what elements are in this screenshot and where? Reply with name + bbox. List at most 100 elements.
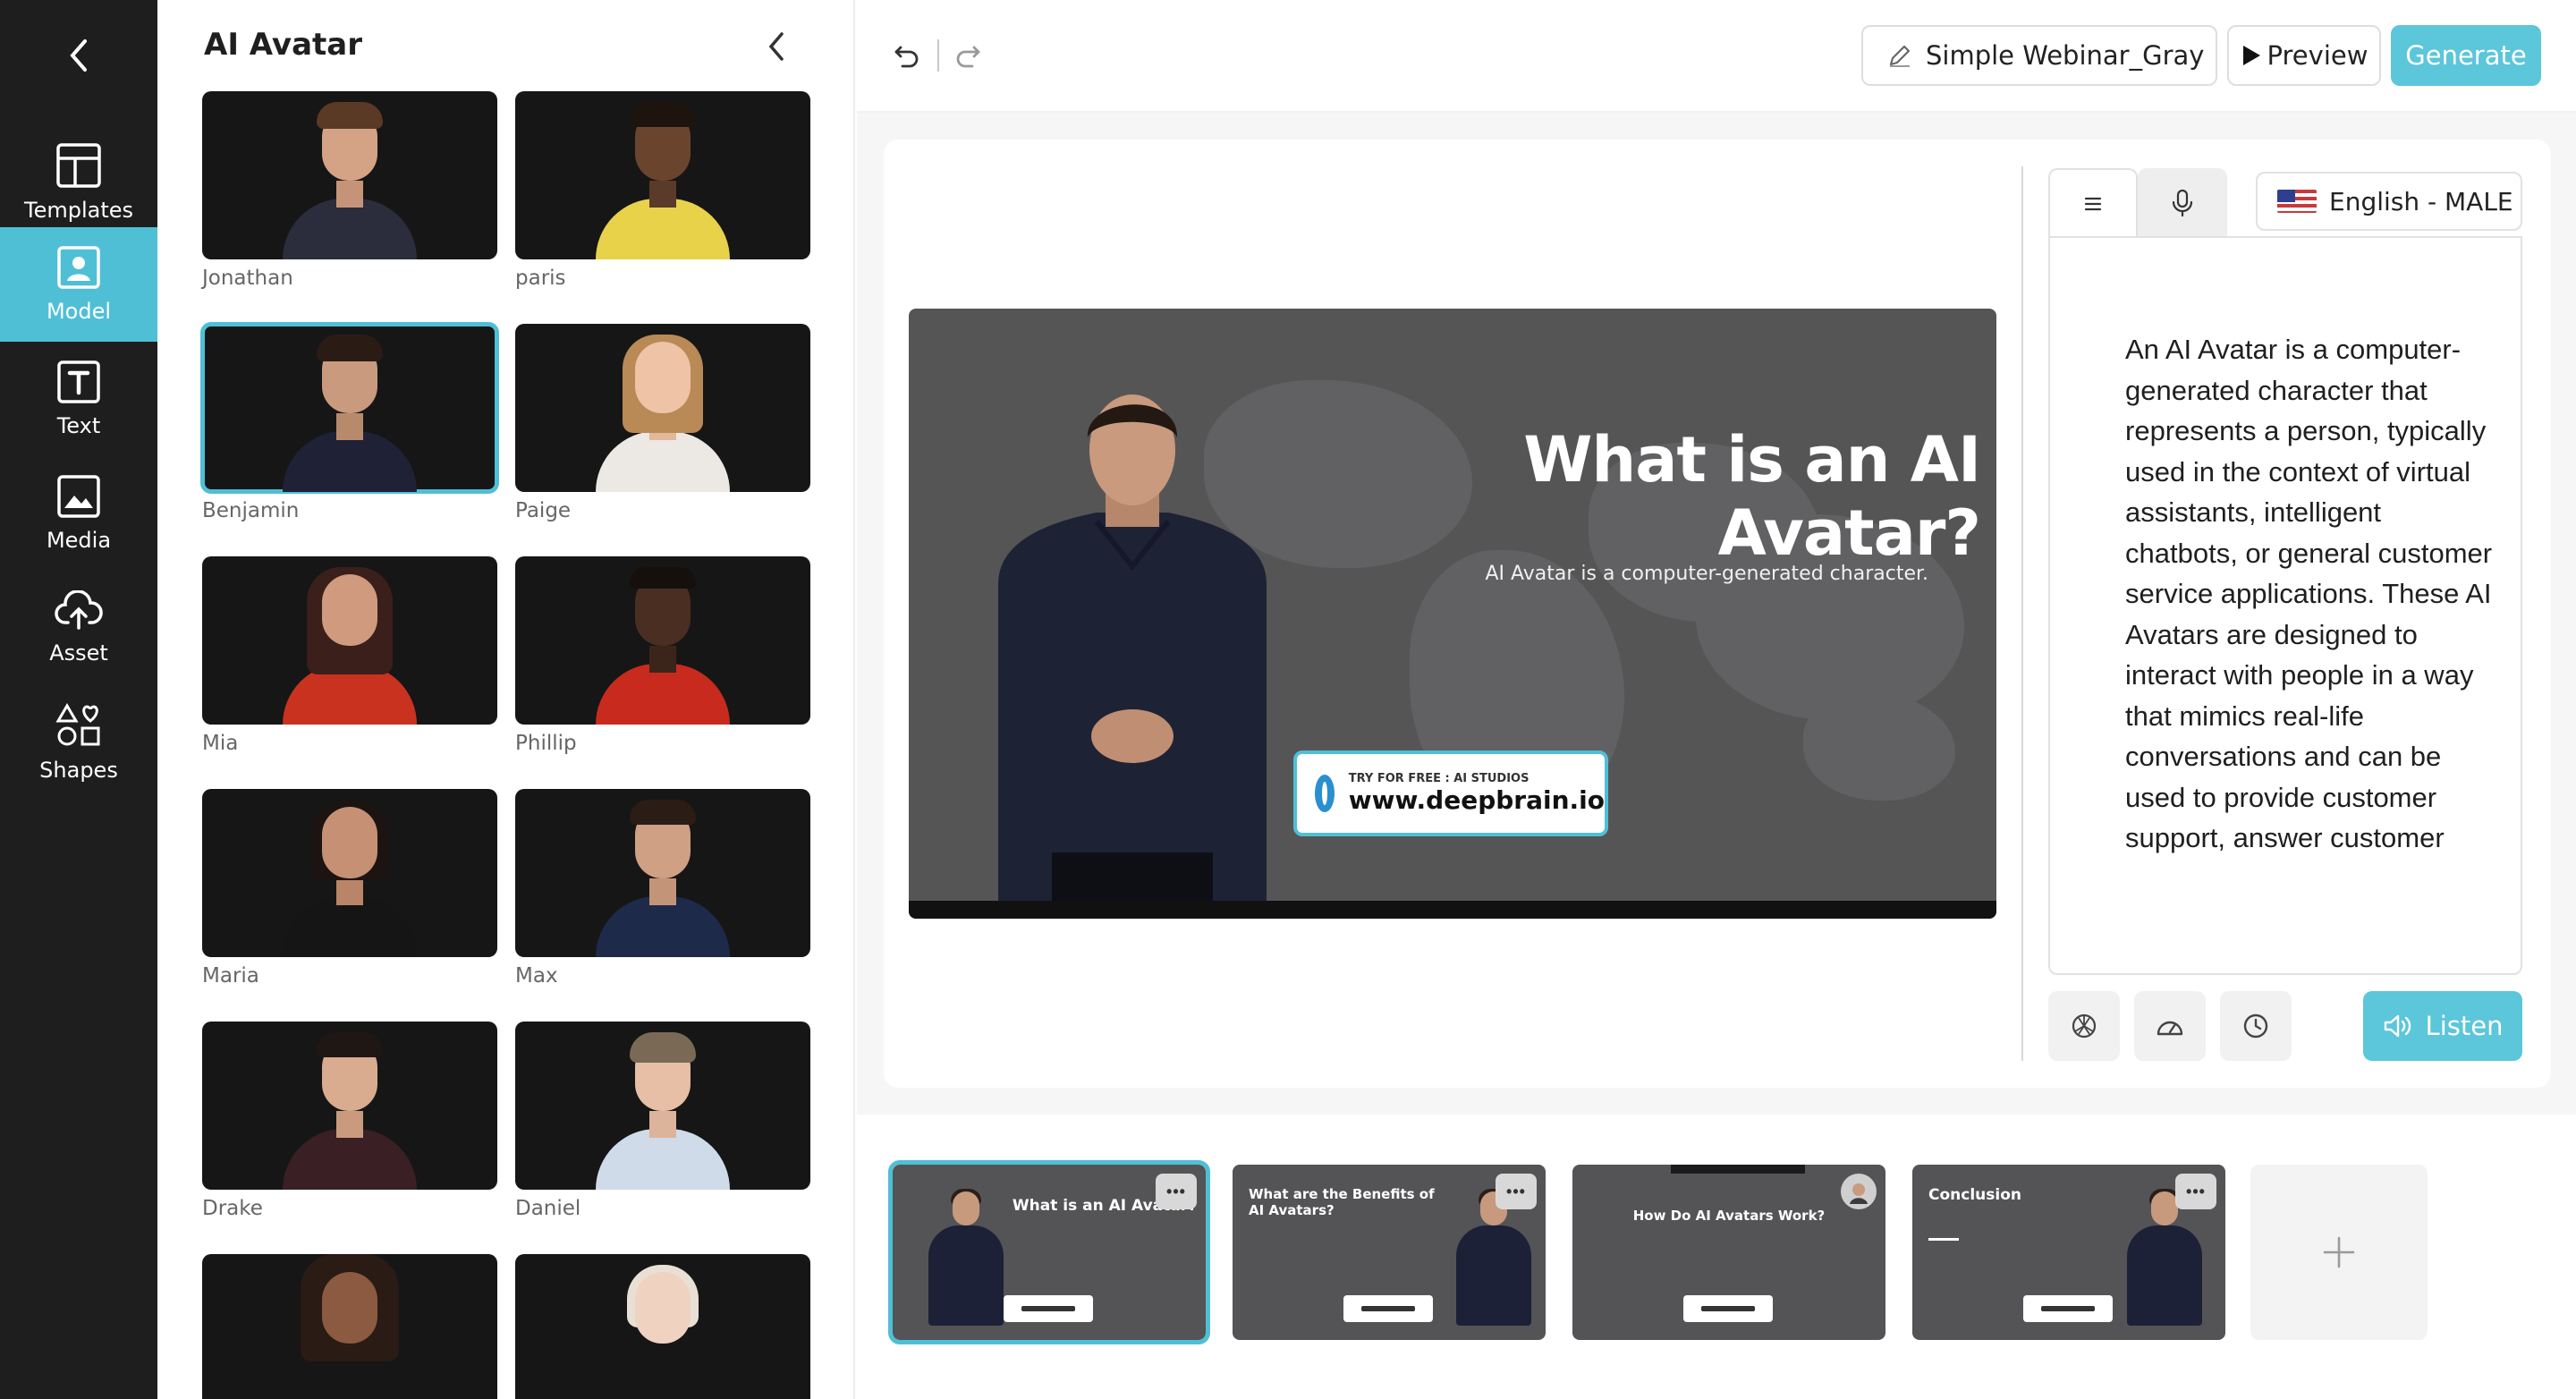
scene-avatar-button[interactable] [1841,1174,1877,1209]
menu-lines-icon [2084,197,2102,211]
model-card-benjamin[interactable]: Benjamin [200,322,499,522]
rail-item-text[interactable]: Text [0,342,157,456]
script-text[interactable]: An AI Avatar is a computer-generated cha… [2125,329,2501,859]
rail-item-shapes[interactable]: Shapes [0,685,157,800]
model-card-maria[interactable]: Maria [202,789,497,988]
scene-more-button[interactable]: ••• [2175,1174,2216,1209]
model-thumbnail [515,789,810,957]
upload-cloud-icon [55,590,103,630]
slide-subtitle[interactable]: AI Avatar is a computer-generated charac… [1445,563,1928,585]
preview-button[interactable]: Preview [2227,25,2381,86]
model-thumbnail [515,556,810,725]
rail-item-label: Model [46,299,112,324]
scene-thumbnail-4[interactable]: Conclusion ••• [1912,1165,2225,1340]
rail-item-label: Templates [23,198,133,223]
undo-button[interactable] [891,39,923,72]
text-icon [57,360,100,403]
model-card[interactable] [515,1254,810,1399]
speedometer-icon [2157,1021,2183,1036]
rail-item-templates[interactable]: Templates [0,125,157,240]
plus-icon [2323,1236,2355,1268]
collapse-panel-button[interactable] [757,27,796,66]
layout-icon [56,143,101,188]
ai-assistant-button[interactable] [2048,991,2120,1061]
model-thumbnail [202,1022,497,1190]
model-card[interactable] [202,1254,497,1399]
tab-script-text[interactable] [2048,168,2138,238]
model-card-paris[interactable]: paris [515,91,810,290]
tab-audio[interactable] [2138,168,2227,238]
script-textarea[interactable]: An AI Avatar is a computer-generated cha… [2048,236,2522,975]
model-name: Paige [515,499,572,522]
clock-icon [2243,1013,2268,1039]
generate-label: Generate [2405,40,2527,71]
model-card-phillip[interactable]: Phillip [515,556,810,755]
rail-item-label: Asset [49,640,108,666]
left-rail: Templates Model Text Media Asset Shapes [0,0,157,1399]
speaker-icon [2384,1014,2411,1038]
model-card-paige[interactable]: Paige [515,324,810,522]
scene-thumbnail-1[interactable]: What is an AI Avatar? ••• [888,1160,1210,1344]
scene-badge [1683,1295,1773,1322]
shapes-icon [55,703,100,746]
scene-badge [1004,1295,1093,1322]
scene-thumbnail-3[interactable]: How Do AI Avatars Work? [1572,1165,1885,1340]
avatar-face-icon [1850,1183,1868,1204]
editor-divider [2021,166,2023,1061]
rail-item-model[interactable]: Model [0,227,157,342]
scene-title: How Do AI Avatars Work? [1632,1208,1826,1224]
add-scene-button[interactable] [2250,1165,2428,1340]
model-name: Max [515,964,558,988]
slide-canvas[interactable]: What is an AI Avatar? AI Avatar is a com… [909,309,1996,919]
model-panel: AI Avatar Jonathan paris Benjamin Paige … [157,0,855,1399]
model-thumbnail [515,1254,810,1399]
undo-icon [894,46,919,68]
chevron-left-icon [768,32,784,61]
avatar [283,794,417,957]
scene-thumbnail-2[interactable]: What are the Benefits of AI Avatars? ••• [1233,1165,1546,1340]
model-card-jonathan[interactable]: Jonathan [202,91,497,290]
microphone-icon [2172,189,2193,217]
image-icon [57,475,100,518]
badge-caption: TRY FOR FREE : AI STUDIOS [1348,772,1530,785]
model-name: Phillip [515,732,577,755]
avatar [596,329,730,492]
rail-item-media[interactable]: Media [0,456,157,571]
back-button[interactable] [0,27,157,84]
listen-button[interactable]: Listen [2363,991,2522,1061]
model-name: Drake [202,1197,263,1220]
rail-item-asset[interactable]: Asset [0,571,157,685]
rail-item-label: Shapes [39,758,118,783]
scene-more-button[interactable]: ••• [1156,1174,1197,1209]
model-name: Maria [202,964,259,988]
model-name: paris [515,267,566,290]
model-thumbnail [515,324,810,492]
redo-button[interactable] [952,39,984,72]
promo-badge[interactable]: TRY FOR FREE : AI STUDIOS www.deepbrain.… [1293,750,1608,836]
avatar [283,1027,417,1190]
model-card-mia[interactable]: Mia [202,556,497,755]
model-card-max[interactable]: Max [515,789,810,988]
voice-language-select[interactable]: English - MALE [2256,172,2522,231]
openai-icon [2072,1013,2097,1039]
model-card-drake[interactable]: Drake [202,1022,497,1220]
avatar [596,562,730,725]
slide-title[interactable]: What is an AI Avatar? [1283,423,1981,570]
app-root: Templates Model Text Media Asset Shapes … [0,0,2576,1399]
play-icon [2242,46,2260,65]
avatar [596,794,730,957]
template-name: Simple Webinar_Gray [1926,40,2205,71]
voice-language: English - MALE [2329,186,2513,216]
timing-button[interactable] [2220,991,2292,1061]
rail-item-label: Media [46,528,112,553]
speed-button[interactable] [2134,991,2206,1061]
generate-button[interactable]: Generate [2391,25,2541,86]
presenter-avatar[interactable] [971,387,1293,901]
panel-title: AI Avatar [204,27,362,63]
model-card-daniel[interactable]: Daniel [515,1022,810,1220]
template-name-button[interactable]: Simple Webinar_Gray [1861,25,2217,86]
toolbar-divider [937,39,939,72]
scene-avatar [1456,1189,1531,1326]
model-thumbnail [202,1254,497,1399]
scene-more-button[interactable]: ••• [1496,1174,1537,1209]
